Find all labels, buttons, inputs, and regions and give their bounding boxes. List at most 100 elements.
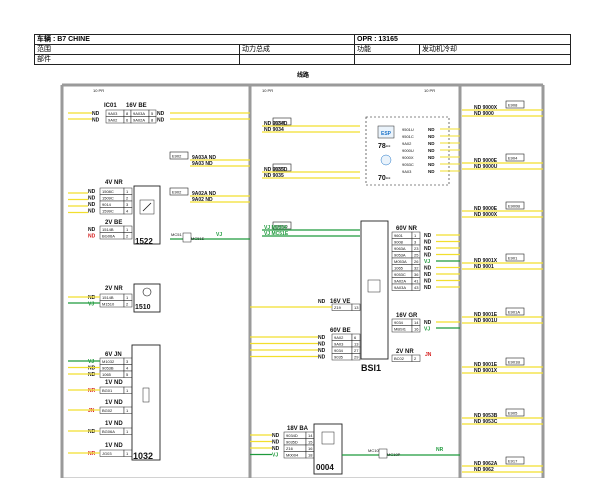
bsi-60nr-pin-index: 23 — [414, 246, 419, 251]
esp-pin: 9053C — [402, 162, 414, 167]
right-wire-label: ND 9001X — [474, 368, 498, 374]
nd-1032-6: ND — [88, 372, 96, 378]
c1032-6-pin-label: 1065 — [102, 372, 112, 377]
c0004-pin-label: 9034D — [286, 433, 298, 438]
module-1032-icon — [142, 387, 150, 403]
c1510-pin-label: 1514B — [102, 295, 114, 300]
bsi-60nr-nd: VJ — [424, 259, 430, 265]
mc51-left: MC51 — [171, 232, 182, 237]
esp-nd: ND — [428, 141, 435, 146]
bsi-60be-pin-label: 9035 — [334, 355, 344, 360]
bsi-60be-nd: ND — [318, 335, 326, 341]
mc51-conn — [182, 232, 192, 243]
ic01-title: IC01 — [104, 103, 117, 109]
module-1032-id: 1032 — [133, 451, 153, 461]
bsi-60nr-nd: ND — [424, 266, 432, 272]
nd-1032-c1b: JN — [88, 408, 95, 414]
ic01-color: 16V BE — [126, 103, 147, 109]
nd-0004: ND — [272, 433, 280, 439]
bsi-16ve-nd: ND — [318, 299, 326, 305]
nd-1032-6: ND — [88, 366, 96, 372]
module-bsi1-id: BSI1 — [361, 363, 381, 373]
nd-1032-c1c: ND — [88, 429, 96, 435]
bsi-60nr-nd: ND — [424, 253, 432, 259]
e902a-text: 9A03 ND — [192, 161, 213, 167]
conn-color-1522: 4V NR — [105, 180, 123, 186]
bsi-60be-pin-index: 13 — [354, 342, 359, 347]
bsi-60be-nd: ND — [318, 355, 326, 361]
bsi-60be-pin-index: 27 — [354, 348, 359, 353]
nd-1510: ND — [88, 295, 96, 301]
grid-label: 10 PR — [262, 88, 273, 93]
right-wire-label: ND 9062 — [474, 467, 494, 473]
c1032-6-pin-label: M1032 — [102, 359, 115, 364]
grid-label: 10 PR — [93, 88, 104, 93]
bsi-16gr-pin-label: MBSI1 — [394, 327, 407, 332]
esp-nd: ND — [428, 148, 435, 153]
right-box-6-id: E905 — [508, 410, 518, 415]
module-0004-id: 0004 — [316, 463, 334, 472]
em516-text: VJ MC51E — [264, 231, 289, 237]
bsi-16gr-pin-index: 14 — [414, 320, 419, 325]
bsi-60nr-pin-label: 9053C — [394, 272, 406, 277]
right-box-7-id: E917 — [508, 458, 518, 463]
e905-text: ND 9035 — [264, 173, 284, 179]
esp-pin: 9501C — [402, 134, 414, 139]
ic01-nd: ND — [92, 111, 100, 117]
nd-1032-c1d: NR — [88, 451, 96, 457]
mc10-left: MC10 — [368, 448, 379, 453]
c1510-pin-label: M1510 — [102, 302, 115, 307]
c1032-6-pin-label: 9053B — [102, 366, 114, 371]
mc10-conn — [378, 448, 388, 459]
bsi-60nr-nd: ND — [424, 285, 432, 291]
bsi-60nr-pin-index: 25 — [414, 253, 419, 258]
bsi-16gr-color: 16V GR — [396, 313, 418, 319]
conn-color-1032-c1d: 1V ND — [105, 443, 123, 449]
right-box-5-id: E901B — [508, 359, 520, 364]
esp-pin: 9000X — [402, 155, 414, 160]
bsi-16ve-pin-label: Z19 — [334, 305, 342, 310]
esp-pin: 9A03 — [402, 169, 412, 174]
bsi-16ve-pin-index: 13 — [354, 305, 359, 310]
nd-1522b: ND — [88, 227, 96, 233]
bsi-60nr-nd: ND — [424, 272, 432, 278]
right-wire-label: ND 9000 — [474, 111, 494, 117]
c1522-pin-label: 1508C — [102, 189, 114, 194]
bsi-60be-nd: ND — [318, 348, 326, 354]
mc51-wire: VJ — [216, 232, 222, 238]
c1032-c1b-pin-label: BG02 — [102, 408, 113, 413]
bsi-60nr-pin-label: M053A — [394, 259, 407, 264]
bsi-60nr-nd: ND — [424, 246, 432, 252]
module-0004-icon — [321, 431, 335, 445]
bsi-60nr-pin-index: 36 — [414, 272, 419, 277]
ic01-pin-label: 9A02 — [108, 118, 118, 123]
c1522-pin-label: 1599C — [102, 209, 114, 214]
bsi-60nr-pin-label: 9A03A — [394, 285, 406, 290]
bsi-60nr-pin-label: 9008 — [394, 240, 404, 245]
right-wire-label: ND 9001U — [474, 318, 498, 324]
c1522-pin-label: 9014 — [102, 202, 112, 207]
c0004-pin-index: 18 — [308, 453, 313, 458]
mc10-right: MC10P — [387, 452, 401, 457]
esp-nd: ND — [428, 169, 435, 174]
nd-1032-c1a: NR — [88, 388, 96, 394]
c1032-c1c-pin-label: BG06A — [102, 429, 115, 434]
c1032-c1d-pin-label: JG03 — [102, 451, 112, 456]
bsi-60be-color: 60V BE — [330, 328, 351, 334]
conn-color-1032-c1c: 1V ND — [105, 421, 123, 427]
mc10-wire: NR — [436, 447, 444, 453]
module-1032 — [131, 344, 161, 461]
conn-color-1032-c1b: 1V ND — [105, 400, 123, 406]
right-wire-label: ND 9053C — [474, 419, 498, 425]
ic01r-pin-label: 9A02A — [133, 118, 145, 123]
bsi-60nr-nd: ND — [424, 240, 432, 246]
esp-label: ESP — [381, 131, 392, 137]
ic01-nd: ND — [92, 118, 100, 124]
esp-nd: ND — [428, 127, 435, 132]
conn-color-0004: 18V BA — [287, 426, 309, 432]
bsi-60nr-pin-index: 26 — [414, 259, 419, 264]
module-bsi1-icon — [367, 279, 381, 293]
nd-0004: VJ — [272, 453, 278, 459]
module-1522 — [133, 185, 161, 245]
c1032-c1a-pin-label: BG01 — [102, 388, 113, 393]
